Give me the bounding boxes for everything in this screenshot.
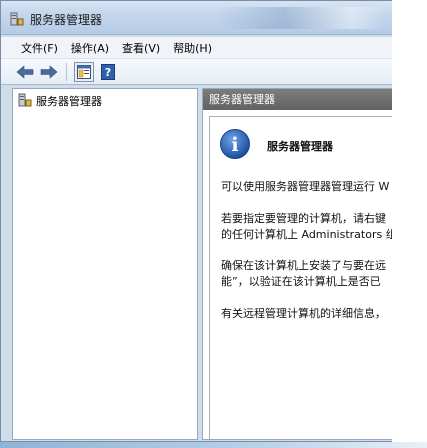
console-tree-pane[interactable]: 服务器管理器 <box>12 88 198 440</box>
content-header: 服务器管理器 <box>203 89 392 110</box>
menu-action[interactable]: 操作(A) <box>71 40 109 56</box>
svg-text:?: ? <box>105 66 111 79</box>
help-icon: ? <box>101 63 115 80</box>
taskbar-edge <box>0 442 427 448</box>
paragraph-line: 若要指定要管理的计算机，请右键 <box>221 212 386 225</box>
content-pane: 服务器管理器 i 服务器管理器 可以使用服务器管理器管理运行 W 若要指定要管理… <box>202 88 392 440</box>
show-hide-console-tree-icon <box>77 64 91 79</box>
paragraph-line: 确保在该计算机上安装了与要在远 <box>221 259 386 272</box>
back-button[interactable] <box>15 62 35 82</box>
help-button[interactable]: ? <box>98 62 118 82</box>
show-hide-console-tree-button[interactable] <box>74 61 94 82</box>
title-bar[interactable]: 服务器管理器 <box>1 1 392 35</box>
menu-file[interactable]: 文件(F) <box>21 40 58 56</box>
menu-help[interactable]: 帮助(H) <box>173 40 212 56</box>
back-arrow-icon <box>16 64 34 79</box>
info-title: 服务器管理器 <box>267 140 333 153</box>
forward-arrow-icon <box>40 64 58 79</box>
paragraph-line: 有关远程管理计算机的详细信息， <box>221 307 386 320</box>
server-manager-icon <box>10 12 24 26</box>
menu-view[interactable]: 查看(V) <box>122 40 160 56</box>
paragraph-line: 可以使用服务器管理器管理运行 W <box>221 180 390 193</box>
svg-text:i: i <box>231 134 238 156</box>
info-panel: i 服务器管理器 可以使用服务器管理器管理运行 W 若要指定要管理的计算机，请右… <box>209 116 392 439</box>
tree-item-server-manager[interactable]: 服务器管理器 <box>16 93 104 109</box>
info-paragraph-3: 确保在该计算机上安装了与要在远 能”，以验证在该计算机上是否已 <box>221 258 386 290</box>
info-paragraph-4: 有关远程管理计算机的详细信息， <box>221 306 386 322</box>
toolbar: ? <box>1 59 392 85</box>
info-paragraph-1: 可以使用服务器管理器管理运行 W <box>221 179 389 195</box>
menu-bar: 文件(F) 操作(A) 查看(V) 帮助(H) <box>1 37 392 59</box>
window-title: 服务器管理器 <box>30 13 103 27</box>
info-icon: i <box>219 128 251 160</box>
forward-button[interactable] <box>39 62 59 82</box>
server-manager-window: 服务器管理器 文件(F) 操作(A) 查看(V) 帮助(H) ? 服务器管理器 … <box>0 0 392 442</box>
paragraph-line: 能”，以验证在该计算机上是否已 <box>221 275 381 288</box>
info-paragraph-2: 若要指定要管理的计算机，请右键 的任何计算机上 Administrators 组 <box>221 211 392 243</box>
tree-item-label: 服务器管理器 <box>36 95 102 108</box>
server-manager-icon <box>18 93 32 110</box>
paragraph-line: 的任何计算机上 Administrators 组 <box>221 228 392 241</box>
toolbar-separator <box>66 62 67 81</box>
